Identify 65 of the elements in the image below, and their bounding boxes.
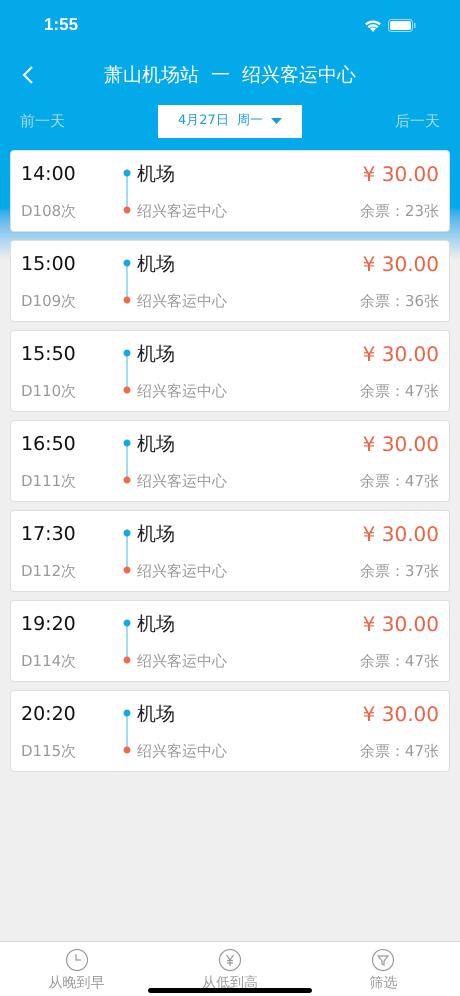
tickets-remaining: 余票：47张 xyxy=(360,741,439,761)
wifi-icon xyxy=(364,18,382,32)
price: ¥ 30.00 xyxy=(362,701,439,727)
departure-time: 17:30 xyxy=(21,522,77,547)
price: ¥ 30.00 xyxy=(362,431,439,457)
origin-station: 机场 xyxy=(137,162,176,187)
trip-card[interactable]: 15:50 D110次 机场 绍兴客运中心 ¥ 30.00 余票：47张 xyxy=(10,330,450,412)
clock-icon xyxy=(64,948,89,972)
origin-station: 机场 xyxy=(137,612,176,637)
trip-card[interactable]: 17:30 D112次 机场 绍兴客运中心 ¥ 30.00 余票：37张 xyxy=(10,510,450,592)
price: ¥ 30.00 xyxy=(362,251,439,277)
destination-station: 绍兴客运中心 xyxy=(137,651,228,671)
train-number: D110次 xyxy=(21,381,78,401)
tickets-remaining: 余票：37张 xyxy=(360,561,439,581)
trip-card[interactable]: 19:20 D114次 机场 绍兴客运中心 ¥ 30.00 余票：47张 xyxy=(10,600,450,682)
yen-icon xyxy=(218,948,242,972)
tickets-remaining: 余票：23张 xyxy=(360,201,439,221)
route-line-icon xyxy=(123,618,131,664)
trip-card[interactable]: 14:00 D108次 机场 绍兴客运中心 ¥ 30.00 余票：23张 xyxy=(10,150,450,232)
route-line-icon xyxy=(123,348,131,394)
departure-time: 15:50 xyxy=(21,342,77,367)
origin-station: 机场 xyxy=(137,252,176,277)
battery-icon xyxy=(388,18,416,32)
departure-time: 14:00 xyxy=(21,162,77,187)
departure-time: 19:20 xyxy=(21,612,77,637)
tickets-remaining: 余票：47张 xyxy=(360,651,439,671)
train-number: D109次 xyxy=(21,291,78,311)
trip-card[interactable]: 16:50 D111次 机场 绍兴客运中心 ¥ 30.00 余票：47张 xyxy=(10,420,450,502)
destination-station: 绍兴客运中心 xyxy=(137,381,228,401)
route-title: 萧山机场站 一 绍兴客运中心 xyxy=(104,62,356,88)
filter-icon xyxy=(371,948,396,972)
price: ¥ 30.00 xyxy=(362,611,439,637)
train-number: D114次 xyxy=(21,651,78,671)
status-time: 1:55 xyxy=(44,14,78,36)
destination-station: 绍兴客运中心 xyxy=(137,561,228,581)
dropdown-caret-icon xyxy=(271,118,282,124)
price: ¥ 30.00 xyxy=(362,161,439,187)
train-number: D111次 xyxy=(21,471,78,491)
origin-station: 机场 xyxy=(137,522,176,547)
train-number: D108次 xyxy=(21,201,78,221)
origin-station: 机场 xyxy=(137,342,176,367)
price: ¥ 30.00 xyxy=(362,341,439,367)
tickets-remaining: 余票：36张 xyxy=(360,291,439,311)
route-line-icon xyxy=(123,438,131,484)
route-line-icon xyxy=(123,528,131,574)
train-number: D115次 xyxy=(21,741,78,761)
route-line-icon xyxy=(123,168,131,214)
price: ¥ 30.00 xyxy=(362,521,439,547)
origin-station: 机场 xyxy=(137,432,176,457)
route-line-icon xyxy=(123,258,131,304)
back-icon xyxy=(22,65,34,85)
departure-time: 20:20 xyxy=(21,702,77,727)
destination-station: 绍兴客运中心 xyxy=(137,291,228,311)
trip-card[interactable]: 15:00 D109次 机场 绍兴客运中心 ¥ 30.00 余票：36张 xyxy=(10,240,450,322)
tickets-remaining: 余票：47张 xyxy=(360,381,439,401)
destination-station: 绍兴客运中心 xyxy=(137,741,228,761)
tickets-remaining: 余票：47张 xyxy=(360,471,439,491)
train-number: D112次 xyxy=(21,561,78,581)
route-line-icon xyxy=(123,708,131,754)
departure-time: 15:00 xyxy=(21,252,77,277)
departure-time: 16:50 xyxy=(21,432,77,457)
origin-station: 机场 xyxy=(137,702,176,727)
destination-station: 绍兴客运中心 xyxy=(137,471,228,491)
trip-card[interactable]: 20:20 D115次 机场 绍兴客运中心 ¥ 30.00 余票：47张 xyxy=(10,690,450,772)
destination-station: 绍兴客运中心 xyxy=(137,201,228,221)
